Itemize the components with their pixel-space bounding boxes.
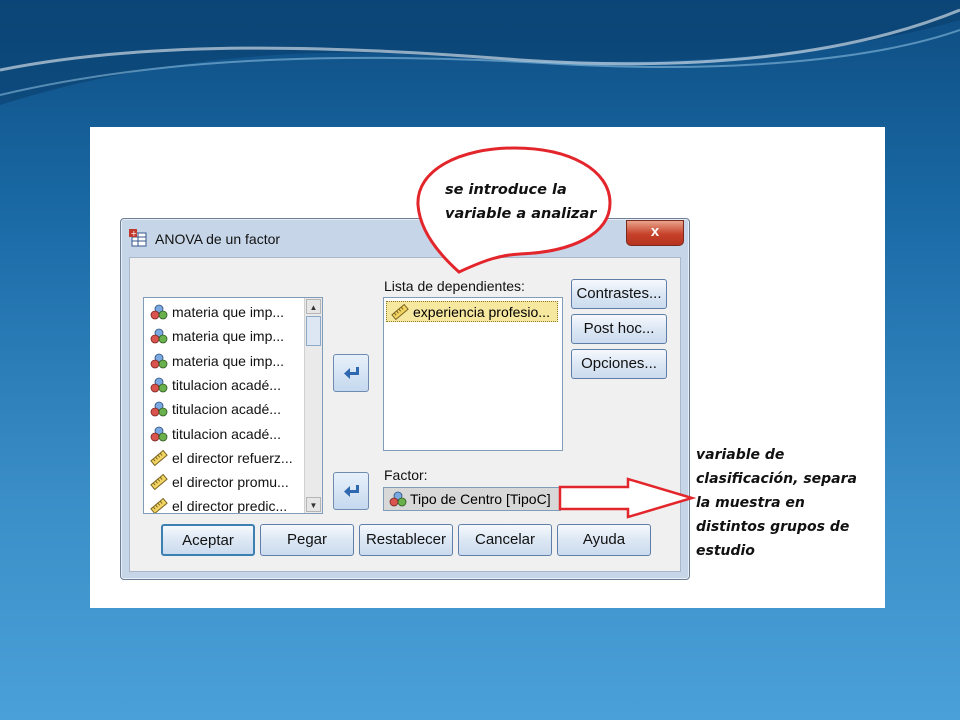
paste-button[interactable]: Pegar [260, 524, 354, 556]
factor-label: Factor: [384, 467, 428, 483]
dependent-item[interactable]: experiencia profesio... [386, 301, 558, 322]
scale-variable-icon [150, 474, 168, 491]
header-wave-decoration [0, 0, 960, 105]
dialog-body: materia que imp... materia que imp... mate… [129, 257, 681, 572]
dependents-label: Lista de dependientes: [384, 278, 525, 294]
scroll-up-arrow-icon[interactable]: ▲ [306, 299, 321, 314]
source-list-item-label: el director refuerz... [172, 449, 293, 466]
source-variable-list[interactable]: materia que imp... materia que imp... mate… [143, 297, 323, 514]
move-arrow-icon [344, 367, 359, 379]
nominal-variable-icon [150, 401, 168, 417]
dependents-list[interactable]: experiencia profesio... [383, 297, 563, 451]
nominal-variable-icon [150, 304, 168, 320]
source-list-item-label: titulacion acadé... [172, 425, 281, 442]
bubble-text-line1: se introduce la [445, 182, 567, 198]
nominal-variable-icon [389, 491, 407, 507]
contrasts-button[interactable]: Contrastes... [571, 279, 667, 309]
source-list-item-label: materia que imp... [172, 304, 285, 320]
source-list-item-label: materia que imp... [172, 328, 285, 345]
factor-annotation: variable de clasificación, separa la mue… [696, 447, 857, 559]
dependent-item-label: experiencia profesio... [413, 304, 550, 320]
source-list-scrollbar[interactable]: ▲ ▼ [304, 298, 322, 513]
scroll-thumb[interactable] [306, 316, 321, 346]
factor-value: Tipo de Centro [TipoC] [410, 491, 551, 507]
svg-text:+: + [131, 229, 138, 238]
source-list-item-label: el director predic... [172, 498, 288, 514]
cancel-button[interactable]: Cancelar [458, 524, 552, 556]
scale-variable-icon [150, 449, 168, 466]
spss-table-icon: + [129, 229, 147, 247]
source-list-item-label: titulacion acadé... [172, 401, 281, 418]
ok-button[interactable]: Aceptar [161, 524, 255, 556]
move-to-factor-button[interactable] [333, 472, 369, 510]
options-button[interactable]: Opciones... [571, 349, 667, 379]
anova-dialog: + ANOVA de un factor x materia que imp..… [120, 218, 690, 580]
source-list-item-label: titulacion acadé... [172, 376, 281, 393]
bubble-text-line2: variable a analizar [445, 206, 597, 222]
nominal-variable-icon [150, 328, 168, 344]
close-icon: x [650, 223, 660, 240]
scale-variable-icon [150, 498, 168, 513]
reset-button[interactable]: Restablecer [359, 524, 453, 556]
nominal-variable-icon [150, 353, 168, 368]
nominal-variable-icon [150, 426, 168, 441]
scale-variable-icon [391, 304, 409, 320]
source-list-item-label: materia que imp... [172, 352, 285, 369]
move-arrow-icon [344, 485, 359, 497]
scroll-down-arrow-icon[interactable]: ▼ [306, 497, 321, 512]
help-button[interactable]: Ayuda [557, 524, 651, 556]
source-list-item-label: el director promu... [172, 474, 289, 491]
dialog-title: ANOVA de un factor [155, 231, 281, 247]
factor-field[interactable]: Tipo de Centro [TipoC] [383, 487, 561, 511]
close-button[interactable]: x [626, 220, 684, 246]
post-hoc-button[interactable]: Post hoc... [571, 314, 667, 344]
move-to-dependents-button[interactable] [333, 354, 369, 392]
dialog-titlebar[interactable]: + ANOVA de un factor x [121, 219, 689, 257]
nominal-variable-icon [150, 377, 168, 393]
